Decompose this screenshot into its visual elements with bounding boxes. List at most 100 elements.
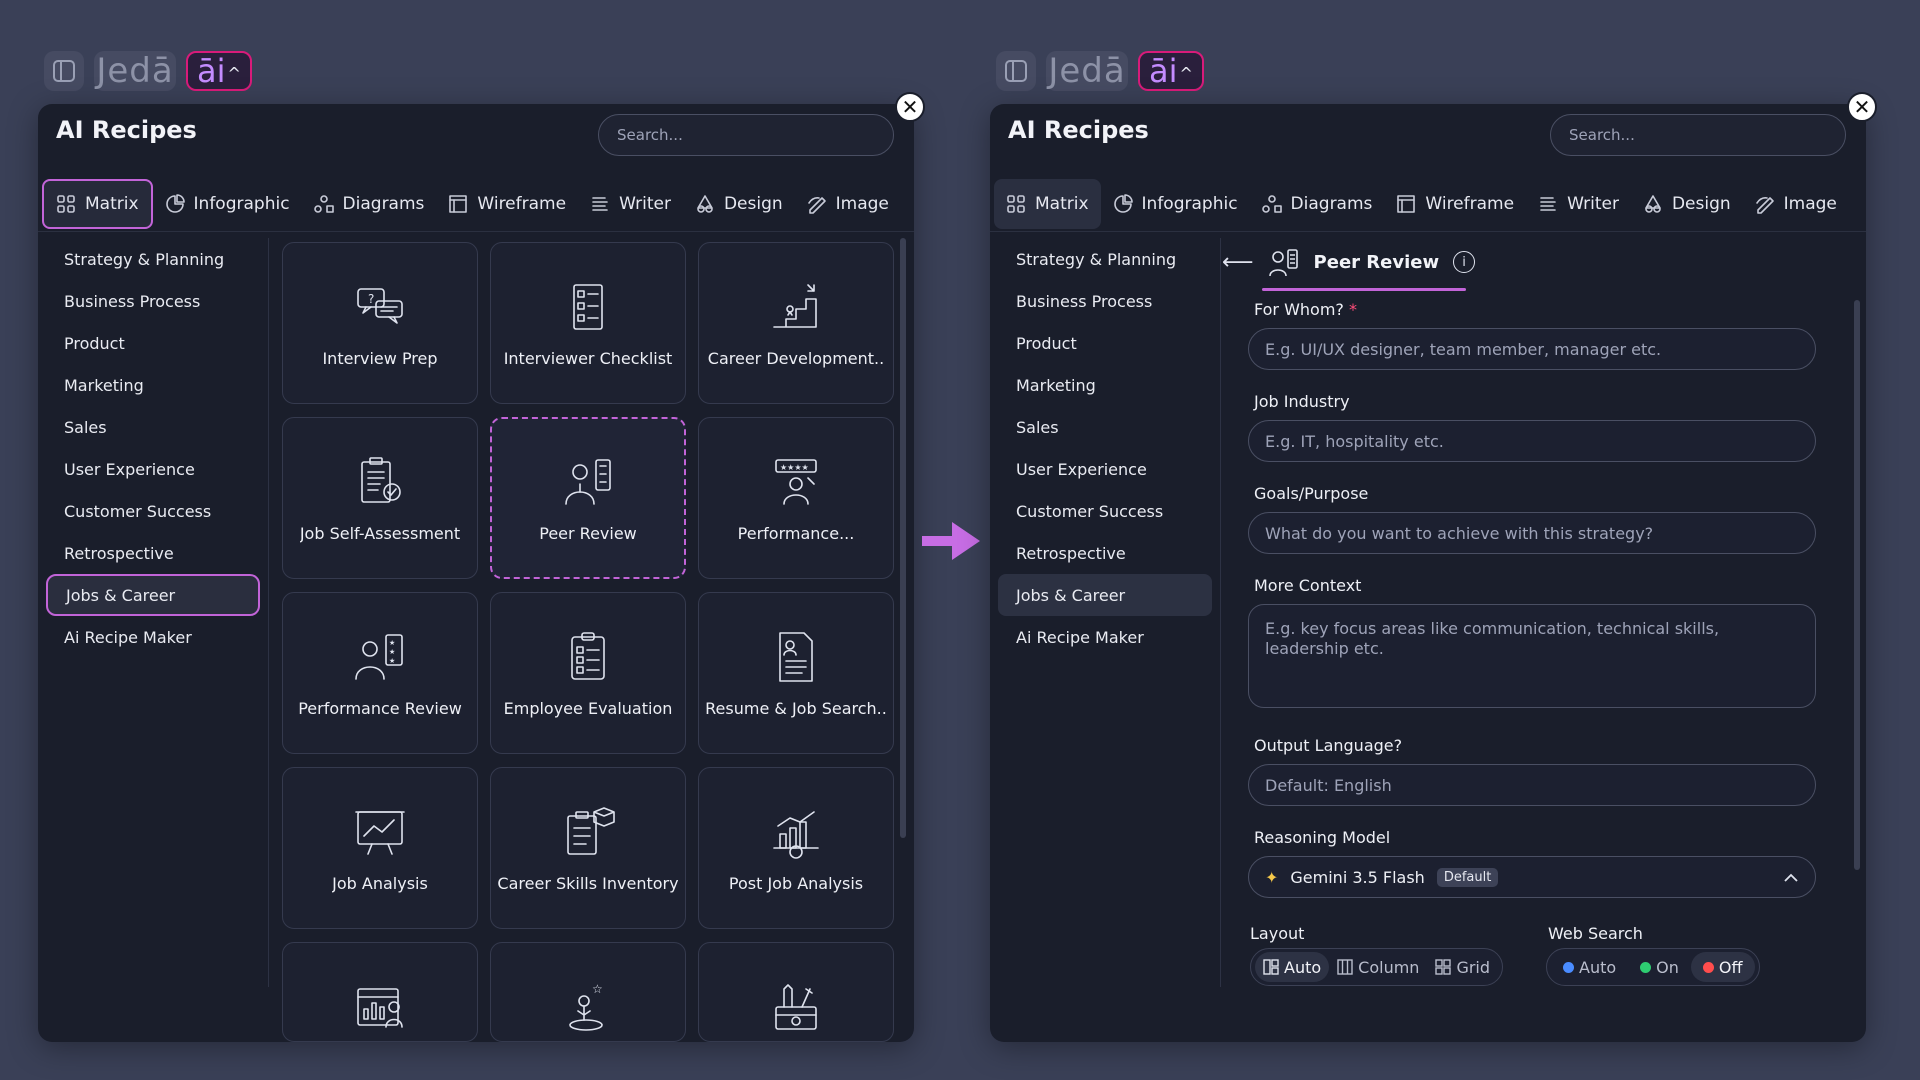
web-search-option-label: Auto	[1579, 957, 1617, 977]
context-label: More Context	[1254, 576, 1362, 595]
recipe-card-label: Performance Review	[298, 698, 462, 718]
jeda-logo-button[interactable]: Jedā	[94, 51, 176, 91]
recipe-card-label: Employee Evaluation	[503, 698, 673, 718]
report-people-icon	[352, 979, 408, 1035]
ai-menu-button[interactable]: āi ^	[1138, 51, 1204, 91]
scrollbar[interactable]	[900, 238, 906, 838]
for-whom-input[interactable]: E.g. UI/UX designer, team member, manage…	[1248, 328, 1816, 370]
layout-auto[interactable]: Auto	[1255, 952, 1330, 982]
tab-image[interactable]: Image	[1743, 179, 1849, 229]
recipe-card-recipe-14[interactable]: ☆	[490, 942, 686, 1042]
sidebar-toggle-button[interactable]	[996, 51, 1036, 91]
recipe-card-interview-prep[interactable]: ? Interview Prep	[282, 242, 478, 404]
right-topbar: Jedā āi ^	[996, 50, 1204, 92]
pie-icon	[165, 193, 185, 214]
web-search-option-label: Off	[1718, 957, 1743, 977]
category-item-marketing[interactable]: Marketing	[998, 364, 1212, 406]
recipe-card-job-self-assessment[interactable]: Job Self-Assessment	[282, 417, 478, 579]
scrollbar[interactable]	[1854, 300, 1860, 870]
category-item-jobs-career[interactable]: Jobs & Career	[46, 574, 260, 616]
recipe-card-career-development[interactable]: Career Development..	[698, 242, 894, 404]
web-search-auto[interactable]: Auto	[1551, 952, 1628, 982]
category-item-sales[interactable]: Sales	[46, 406, 260, 448]
tab-matrix[interactable]: Matrix	[42, 178, 153, 229]
recipe-card-resume-job-search[interactable]: Resume & Job Search..	[698, 592, 894, 754]
tab-diagrams[interactable]: Diagrams	[1250, 179, 1385, 229]
left-topbar: Jedā āi ^	[44, 50, 252, 92]
ai-menu-button[interactable]: āi ^	[186, 51, 252, 91]
category-item-ai-recipe-maker[interactable]: Ai Recipe Maker	[998, 616, 1212, 658]
panel-title: AI Recipes	[56, 116, 197, 144]
layout-column-label: Column	[1358, 957, 1420, 977]
search-input[interactable]: Search...	[598, 114, 894, 156]
category-item-user-experience[interactable]: User Experience	[998, 448, 1212, 490]
search-input[interactable]: Search...	[1550, 114, 1846, 156]
category-item-marketing[interactable]: Marketing	[46, 364, 260, 406]
category-label: Strategy & Planning	[64, 249, 225, 269]
tab-label: Design	[723, 193, 783, 214]
category-item-ai-recipe-maker[interactable]: Ai Recipe Maker	[46, 616, 260, 658]
industry-input[interactable]: E.g. IT, hospitality etc.	[1248, 420, 1816, 462]
web-search-option-label: On	[1656, 957, 1679, 977]
tab-matrix[interactable]: Matrix	[994, 178, 1101, 229]
tab-label: Wireframe	[477, 193, 567, 214]
language-input[interactable]: Default: English	[1248, 764, 1816, 806]
status-dot-icon	[1563, 961, 1574, 973]
category-item-sales[interactable]: Sales	[998, 406, 1212, 448]
tab-writer[interactable]: Writer	[1526, 179, 1631, 229]
recipe-card-recipe-13[interactable]	[282, 942, 478, 1042]
recipe-card-label: Job Self-Assessment	[299, 523, 461, 543]
recipe-card-interviewer-checklist[interactable]: Interviewer Checklist	[490, 242, 686, 404]
recipe-card-performance-review[interactable]: ★ ★ ★ Performance Review	[282, 592, 478, 754]
recipe-card-recipe-15[interactable]	[698, 942, 894, 1042]
recipe-card-peer-review[interactable]: Peer Review	[490, 417, 686, 579]
web-search-off[interactable]: Off	[1690, 952, 1755, 982]
back-arrow-icon[interactable]: ⟵	[1222, 250, 1254, 275]
close-button[interactable]: ✕	[1847, 92, 1877, 122]
tab-image[interactable]: Image	[795, 179, 901, 229]
tab-wireframe[interactable]: Wireframe	[1384, 179, 1526, 229]
web-search-on[interactable]: On	[1628, 952, 1691, 982]
ai-logo: āi	[197, 52, 226, 90]
goals-input[interactable]: What do you want to achieve with this st…	[1248, 512, 1816, 554]
tab-wireframe[interactable]: Wireframe	[436, 179, 578, 229]
jeda-logo-button[interactable]: Jedā	[1046, 51, 1128, 91]
category-item-product[interactable]: Product	[46, 322, 260, 364]
tab-design[interactable]: Design	[1631, 179, 1743, 229]
recipe-card-post-job-analysis[interactable]: Post Job Analysis	[698, 767, 894, 929]
tab-infographic[interactable]: Infographic	[1101, 179, 1250, 229]
recipe-card-job-analysis[interactable]: Job Analysis	[282, 767, 478, 929]
category-item-business-process[interactable]: Business Process	[998, 280, 1212, 322]
category-item-user-experience[interactable]: User Experience	[46, 448, 260, 490]
tab-diagrams[interactable]: Diagrams	[302, 179, 437, 229]
status-dot-icon	[1702, 961, 1714, 973]
tab-design[interactable]: Design	[683, 179, 795, 229]
tab-writer[interactable]: Writer	[578, 179, 683, 229]
recipe-card-employee-evaluation[interactable]: Employee Evaluation	[490, 592, 686, 754]
info-icon[interactable]: i	[1453, 251, 1476, 273]
category-item-jobs-career[interactable]: Jobs & Career	[998, 574, 1212, 616]
category-item-customer-success[interactable]: Customer Success	[998, 490, 1212, 532]
category-item-strategy-planning[interactable]: Strategy & Planning	[46, 238, 260, 280]
category-item-product[interactable]: Product	[998, 322, 1212, 364]
category-item-strategy-planning[interactable]: Strategy & Planning	[998, 238, 1212, 280]
tab-infographic[interactable]: Infographic	[153, 179, 302, 229]
ai-recipes-panel-right: AI Recipes Search... Matrix Infographic Di…	[990, 104, 1866, 1042]
recipe-card-label: Interview Prep	[322, 348, 438, 368]
category-item-business-process[interactable]: Business Process	[46, 280, 260, 322]
close-button[interactable]: ✕	[895, 92, 925, 122]
sidebar-toggle-button[interactable]	[44, 51, 84, 91]
web-search-toggle: Auto On Off	[1546, 948, 1760, 986]
context-textarea[interactable]: E.g. key focus areas like communication,…	[1248, 604, 1816, 708]
category-item-retrospective[interactable]: Retrospective	[998, 532, 1212, 574]
info-icon-glyph: i	[1462, 254, 1466, 270]
recipe-card-career-skills-inventory[interactable]: Career Skills Inventory	[490, 767, 686, 929]
layout-column[interactable]: Column	[1329, 952, 1427, 982]
recipe-card-label: Career Development..	[707, 348, 885, 368]
model-select[interactable]: ✦ Gemini 3.5 Flash Default	[1248, 856, 1816, 898]
category-item-customer-success[interactable]: Customer Success	[46, 490, 260, 532]
layout-grid[interactable]: Grid	[1427, 952, 1498, 982]
recipe-card-performance[interactable]: ★★★★ Performance...	[698, 417, 894, 579]
category-label: Customer Success	[1016, 501, 1164, 521]
category-item-retrospective[interactable]: Retrospective	[46, 532, 260, 574]
